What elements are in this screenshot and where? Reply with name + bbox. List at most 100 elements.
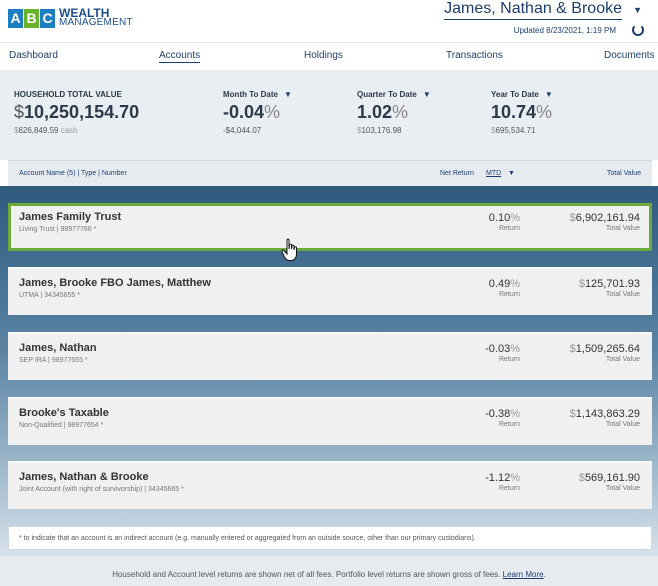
nav-holdings[interactable]: Holdings [304, 50, 343, 61]
account-row[interactable]: Brooke's Taxable Non-Qualified | 9897765… [8, 397, 652, 445]
learn-more-link[interactable]: Learn More [503, 570, 544, 579]
nav-accounts[interactable]: Accounts [159, 50, 201, 63]
percent-sign: % [510, 343, 520, 355]
abc-logo[interactable]: A B C WEALTH MANAGEMENT [8, 7, 133, 28]
qtd-selector[interactable]: Quarter To Date [357, 90, 417, 99]
account-name: James Family Trust [19, 211, 122, 223]
qtd-value: 1.02% [357, 102, 431, 123]
logo-letter-c: C [40, 8, 55, 28]
return-label: Return [498, 291, 520, 298]
account-column-header[interactable]: Account Name (5) | Type | Number [19, 170, 127, 177]
total-value-amount: 569,161.90 [584, 472, 640, 484]
accounts-table-header: Account Name (5) | Type | Number Net Ret… [8, 160, 652, 186]
percent-sign: % [264, 102, 281, 122]
account-total-value: $125,701.93 [579, 278, 640, 290]
updated-timestamp: Updated 8/23/2021, 1:19 PM [513, 26, 616, 35]
footer: Household and Account level returns are … [0, 556, 658, 586]
return-label: Return [498, 485, 520, 492]
cash-amount: 626,849.59 [18, 126, 59, 135]
mtd-selector[interactable]: Month To Date [223, 90, 278, 99]
hand-cursor-icon [281, 238, 297, 261]
mtd-change: -$4,044.07 [223, 126, 262, 135]
caret-down-icon[interactable]: ▼ [508, 170, 515, 177]
refresh-icon[interactable] [632, 24, 644, 36]
return-value: -1.12 [485, 472, 511, 484]
nav-documents[interactable]: Documents [604, 50, 655, 61]
ytd-selector[interactable]: Year To Date [491, 90, 539, 99]
caret-down-icon[interactable]: ▼ [284, 90, 292, 99]
household-total-value: $10,250,154.70 [14, 102, 139, 123]
nav-transactions[interactable]: Transactions [446, 50, 503, 61]
net-return-header: Net Return [440, 170, 474, 177]
account-type-number: UTMA | 34345655 * [19, 292, 80, 299]
account-total-value: $6,902,161.94 [570, 212, 640, 224]
percent-sign: % [510, 472, 520, 484]
caret-down-icon[interactable]: ▼ [423, 90, 431, 99]
logo-text: WEALTH MANAGEMENT [59, 7, 133, 28]
summary-panel: HOUSEHOLD TOTAL VALUE $10,250,154.70 $62… [0, 70, 658, 160]
account-row[interactable]: James, Nathan & Brooke Joint Account (wi… [8, 461, 652, 509]
caret-down-icon[interactable]: ▼ [545, 90, 553, 99]
indirect-account-footnote: * to indicate that an account is an indi… [8, 526, 652, 550]
account-return: 0.10% [489, 212, 520, 224]
ytd-change: $695,534.71 [491, 126, 553, 135]
mtd-column-selector[interactable]: MTD [486, 170, 501, 177]
total-value-label: Total Value [605, 421, 640, 428]
return-value: 0.49 [488, 278, 511, 290]
return-label: Return [498, 356, 520, 363]
account-return: -0.03% [485, 343, 520, 355]
account-row[interactable]: James, Nathan SEP IRA | 98977655 * -0.03… [8, 332, 652, 380]
household-selector[interactable]: James, Nathan & Brooke [444, 0, 622, 20]
caret-down-icon[interactable]: ▼ [633, 5, 642, 15]
mtd-value: -0.04% [223, 102, 292, 123]
account-name: James, Nathan & Brooke [19, 471, 149, 483]
total-value-amount: 1,143,863.29 [575, 408, 640, 420]
account-type-number: SEP IRA | 98977655 * [19, 357, 88, 364]
total-value-amount: 1,509,265.64 [575, 343, 640, 355]
logo-line-2: MANAGEMENT [59, 17, 133, 28]
return-value: -0.38 [485, 408, 511, 420]
account-return: 0.49% [489, 278, 520, 290]
percent-sign: % [510, 278, 520, 290]
mtd-number: -0.04 [223, 102, 265, 122]
main-nav: Dashboard Accounts Holdings Transactions… [0, 42, 658, 70]
fees-disclaimer: Household and Account level returns are … [112, 570, 501, 579]
cash-value: $626,849.59 cash [14, 126, 139, 135]
qtd-change: $103,176.98 [357, 126, 431, 135]
account-row[interactable]: James, Brooke FBO James, Matthew UTMA | … [8, 267, 652, 315]
qtd-number: 1.02 [357, 102, 393, 122]
ytd-summary: Year To Date ▼ 10.74% $695,534.71 [491, 90, 553, 135]
mtd-summary: Month To Date ▼ -0.04% -$4,044.07 [223, 90, 292, 135]
total-value-label: Total Value [605, 225, 640, 232]
total-value-amount: 125,701.93 [584, 278, 640, 290]
ytd-change-amount: 695,534.71 [495, 126, 536, 135]
return-label: Return [498, 421, 520, 428]
account-type-number: Non-Qualified | 98977654 * [19, 422, 104, 429]
nav-dashboard[interactable]: Dashboard [9, 50, 58, 61]
account-type-number: Joint Account (with right of survivorshi… [19, 486, 184, 493]
account-name: Brooke's Taxable [19, 407, 109, 419]
return-value: -0.03 [485, 343, 511, 355]
account-return: -1.12% [485, 472, 520, 484]
household-total-amount: 10,250,154.70 [24, 102, 140, 122]
account-row[interactable]: James Family Trust Living Trust | 989777… [8, 203, 652, 251]
return-value: 0.10 [488, 212, 511, 224]
household-total: HOUSEHOLD TOTAL VALUE $10,250,154.70 $62… [14, 90, 139, 135]
percent-sign: % [510, 212, 520, 224]
account-total-value: $1,143,863.29 [570, 408, 640, 420]
currency-symbol: $ [14, 102, 25, 122]
percent-sign: % [536, 102, 553, 122]
account-return: -0.38% [485, 408, 520, 420]
account-total-value: $569,161.90 [579, 472, 640, 484]
total-value-header: Total Value [606, 170, 641, 177]
return-label: Return [498, 225, 520, 232]
total-value-label: Total Value [605, 291, 640, 298]
account-name: James, Brooke FBO James, Matthew [19, 277, 211, 289]
ytd-number: 10.74 [491, 102, 537, 122]
logo-letter-b: B [24, 8, 39, 28]
cash-label: cash [60, 126, 78, 135]
account-type-number: Living Trust | 98977766 * [19, 226, 97, 233]
account-name: James, Nathan [19, 342, 97, 354]
qtd-summary: Quarter To Date ▼ 1.02% $103,176.98 [357, 90, 431, 135]
account-total-value: $1,509,265.64 [570, 343, 640, 355]
